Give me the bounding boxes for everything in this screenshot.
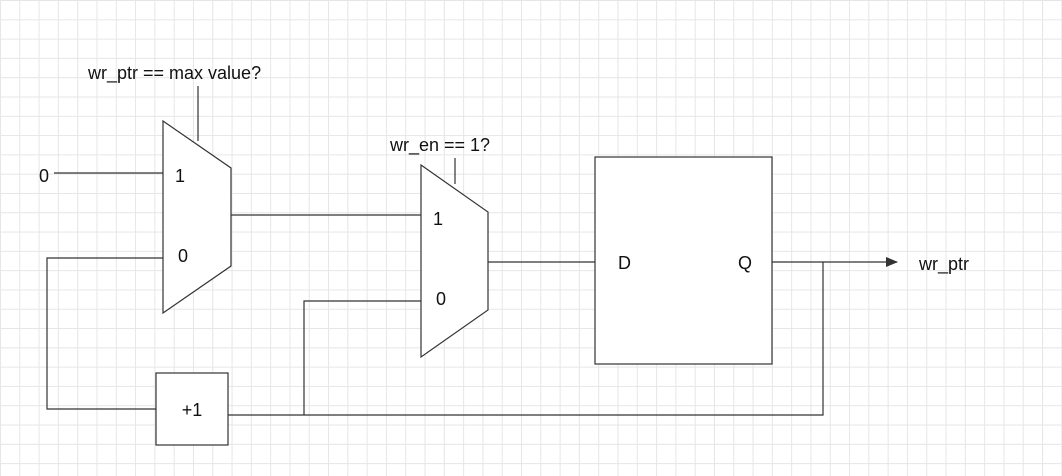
mux2-in1-label: 1 <box>433 209 443 229</box>
wr-ptr-logic-diagram: 1 0 1 0 D Q +1 wr_ptr == max value? wr_e… <box>39 63 969 446</box>
mux1 <box>162 119 232 315</box>
mux2-in0-label: 0 <box>436 289 446 309</box>
mux1-in0-label: 0 <box>178 246 188 266</box>
mux2 <box>420 163 489 359</box>
hold-to-mux2-wire <box>303 300 421 415</box>
const-zero-label: 0 <box>39 166 49 186</box>
output-signal-label: wr_ptr <box>918 254 969 275</box>
mux1-in1-label: 1 <box>175 166 185 186</box>
flipflop-d-label: D <box>618 253 631 273</box>
mux2-select-label: wr_en == 1? <box>389 135 490 156</box>
feedback-inc-to-mux1-wire <box>46 257 163 410</box>
flipflop-q-label: Q <box>738 253 752 273</box>
incrementer-label: +1 <box>182 400 203 420</box>
mux1-select-label: wr_ptr == max value? <box>87 63 261 84</box>
